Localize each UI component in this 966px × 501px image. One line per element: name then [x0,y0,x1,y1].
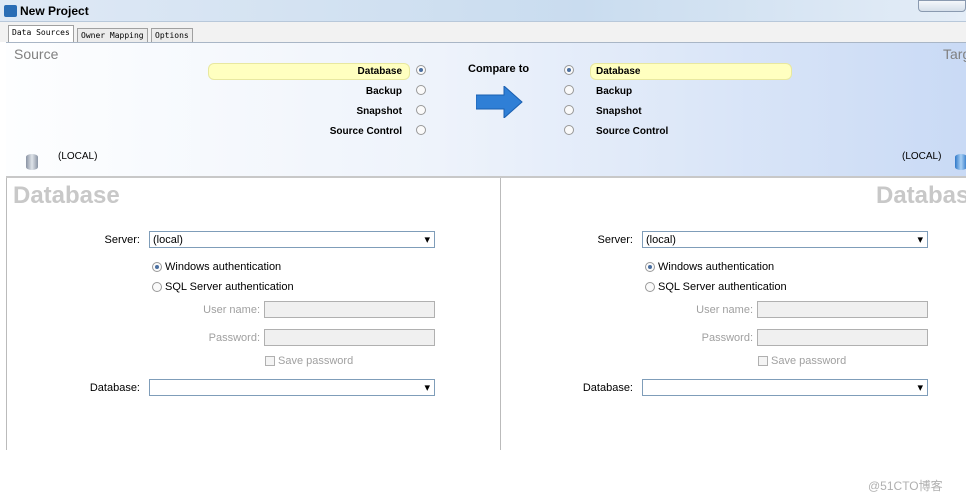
target-option-database[interactable]: Database [596,66,640,77]
source-option-snapshot[interactable]: Snapshot [306,106,402,117]
user-name-label: User name: [696,304,753,316]
password-label: Password: [208,332,260,344]
source-server-name: (LOCAL) [58,151,98,162]
target-option-backup[interactable]: Backup [596,86,632,97]
target-server-name: (LOCAL) [902,151,942,162]
password-input[interactable] [264,329,435,346]
source-panel: Database Server: (local) Windows authent… [6,178,500,450]
database-dropdown[interactable] [149,379,435,396]
target-option-snapshot[interactable]: Snapshot [596,106,642,117]
target-panel-title: Database [876,182,966,209]
save-password-label: Save password [278,355,354,367]
tab-data-sources[interactable]: Data Sources [8,25,74,42]
windows-auth-label[interactable]: Windows authentication [658,261,774,273]
sql-auth-radio[interactable] [645,282,655,292]
tab-owner-mapping[interactable]: Owner Mapping [77,28,148,42]
tab-options[interactable]: Options [151,28,193,42]
windows-auth-radio[interactable] [152,262,162,272]
database-dropdown[interactable] [642,379,928,396]
source-radio-source-control[interactable] [416,125,426,135]
watermark: @51CTO博客 [868,479,943,493]
target-title: Target [943,46,966,62]
password-label: Password: [701,332,753,344]
window-controls[interactable] [918,0,966,12]
target-radio-snapshot[interactable] [564,105,574,115]
source-radio-backup[interactable] [416,85,426,95]
compare-arrow-icon [476,86,523,118]
target-option-source-control[interactable]: Source Control [596,126,668,137]
sql-auth-label[interactable]: SQL Server authentication [165,281,294,293]
windows-auth-radio[interactable] [645,262,655,272]
source-database-icon [26,154,38,170]
server-dropdown[interactable]: (local) [149,231,435,248]
source-radio-snapshot[interactable] [416,105,426,115]
title-bar [0,0,966,22]
source-option-database[interactable]: Database [306,66,402,77]
target-radio-source-control[interactable] [564,125,574,135]
server-label: Server: [597,234,633,246]
app-icon [4,5,17,17]
source-radio-database[interactable] [416,65,426,75]
target-radio-backup[interactable] [564,85,574,95]
password-input[interactable] [757,329,928,346]
database-label: Database: [582,382,633,394]
source-panel-title: Database [13,182,120,209]
source-title: Source [14,46,59,62]
tab-bar: Data Sources Owner Mapping Options [0,22,966,42]
database-label: Database: [89,382,140,394]
user-name-input[interactable] [757,301,928,318]
source-option-backup[interactable]: Backup [306,86,402,97]
target-panel: Database Server: (local) Windows authent… [500,178,966,450]
server-dropdown[interactable]: (local) [642,231,928,248]
save-password-checkbox[interactable] [758,356,768,366]
user-name-label: User name: [203,304,260,316]
compare-to-label: Compare to [468,63,530,75]
user-name-input[interactable] [264,301,435,318]
windows-auth-label[interactable]: Windows authentication [165,261,281,273]
target-radio-database[interactable] [564,65,574,75]
window-title: New Project [20,4,89,18]
save-password-checkbox[interactable] [265,356,275,366]
sql-auth-radio[interactable] [152,282,162,292]
target-database-icon [955,154,966,170]
sql-auth-label[interactable]: SQL Server authentication [658,281,787,293]
save-password-label: Save password [771,355,847,367]
server-label: Server: [104,234,140,246]
source-option-source-control[interactable]: Source Control [306,126,402,137]
